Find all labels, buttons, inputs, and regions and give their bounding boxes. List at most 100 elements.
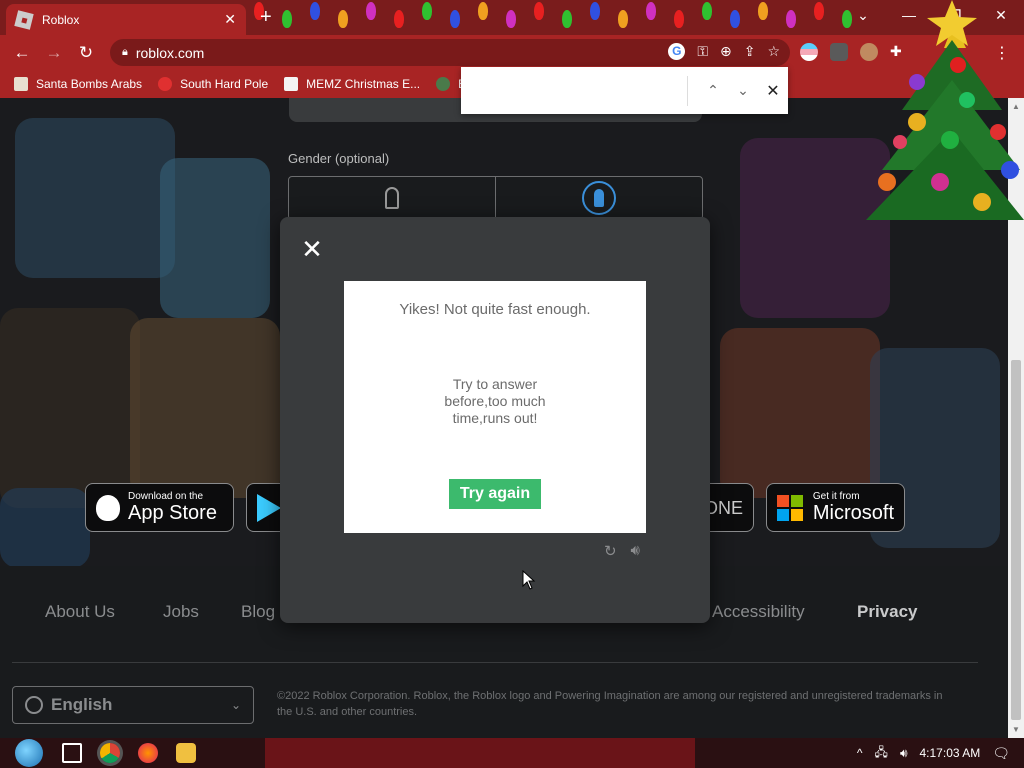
bookmark-favicon-icon	[284, 77, 299, 91]
male-icon	[582, 181, 616, 215]
refresh-icon[interactable]: ↻	[604, 542, 617, 560]
footer-link-accessibility[interactable]: Accessibility	[712, 602, 805, 622]
footer-link-about[interactable]: About Us	[45, 602, 115, 622]
light-bulb-icon	[562, 10, 572, 28]
start-button[interactable]	[10, 738, 48, 768]
volume-icon[interactable]: 🔊︎	[900, 746, 908, 761]
light-bulb-icon	[338, 10, 348, 28]
bookmark-favicon-icon	[14, 77, 28, 91]
audio-icon[interactable]: 🔊︎	[631, 542, 640, 560]
language-value: English	[51, 695, 113, 714]
light-bulb-icon	[814, 2, 824, 20]
extension-s-icon[interactable]	[830, 43, 848, 61]
try-again-button[interactable]: Try again	[448, 479, 542, 509]
gender-label: Gender (optional)	[288, 151, 390, 166]
roblox-signup-page: Gender (optional) Download on the App St…	[0, 98, 1008, 738]
network-icon[interactable]: 🖧︎	[875, 743, 888, 764]
footer-link-privacy[interactable]: Privacy	[857, 602, 918, 622]
new-tab-button[interactable]: +	[260, 7, 272, 27]
app-store-badge[interactable]: Download on the App Store	[85, 483, 234, 532]
light-bulb-icon	[730, 10, 740, 28]
tab-close-icon[interactable]: ✕	[224, 11, 236, 28]
light-bulb-icon	[310, 2, 320, 20]
app-store-small-text: Download on the	[128, 491, 204, 502]
light-bulb-icon	[618, 10, 628, 28]
light-bulb-icon	[702, 2, 712, 20]
app-store-big-text: App Store	[128, 502, 217, 524]
bookmark-item[interactable]: MEMZ Christmas E...	[284, 77, 420, 91]
back-arrow-icon[interactable]: ←	[6, 43, 38, 63]
footer-link-jobs[interactable]: Jobs	[163, 602, 199, 622]
system-tray: ^ 🖧︎ 🔊︎ 4:17:03 AM 🗨︎	[857, 738, 1024, 768]
lock-icon: 🔒︎	[122, 46, 128, 58]
windows-taskbar: ^ 🖧︎ 🔊︎ 4:17:03 AM 🗨︎	[0, 738, 1024, 768]
christmas-tree-decoration	[866, 0, 1024, 220]
light-bulb-icon	[646, 2, 656, 20]
gender-female-button[interactable]	[289, 177, 495, 219]
light-bulb-icon	[422, 2, 432, 20]
captcha-panel: Yikes! Not quite fast enough. Try to ans…	[344, 281, 646, 533]
footer-link-blog[interactable]: Blog	[241, 602, 275, 622]
globe-icon	[25, 696, 43, 714]
bookmark-star-icon[interactable]: ☆	[767, 43, 780, 60]
scrollbar-thumb[interactable]	[1011, 360, 1021, 720]
find-input[interactable]	[471, 75, 677, 106]
microsoft-store-badge[interactable]: Get it from Microsoft	[766, 483, 905, 532]
ms-big-text: Microsoft	[812, 502, 894, 524]
google-translate-icon[interactable]: G	[668, 43, 686, 60]
share-icon[interactable]: ⇪	[744, 43, 756, 60]
task-view-icon[interactable]	[62, 743, 82, 763]
apple-icon	[96, 494, 120, 521]
chrome-taskbar-icon[interactable]	[100, 743, 120, 763]
notifications-icon[interactable]: 🗨︎	[992, 745, 1010, 762]
find-previous-icon[interactable]: ⌃	[698, 82, 728, 99]
clock-time[interactable]: 4:17:03 AM	[920, 746, 981, 760]
forward-arrow-icon[interactable]: →	[38, 43, 70, 63]
light-bulb-icon	[786, 10, 796, 28]
zoom-icon[interactable]: ⊕	[720, 43, 732, 60]
bookmark-favicon-icon	[158, 77, 173, 91]
find-close-icon[interactable]: ✕	[758, 81, 788, 101]
captcha-title: Yikes! Not quite fast enough.	[399, 301, 591, 318]
gender-male-button[interactable]	[495, 177, 702, 219]
show-hidden-icons-chevron-icon[interactable]: ^	[857, 746, 863, 760]
light-bulb-icon	[506, 10, 516, 28]
address-bar[interactable]: 🔒︎ roblox.com G ⚿ ⊕ ⇪ ☆	[110, 39, 790, 66]
roblox-favicon-icon	[14, 9, 34, 30]
language-selector[interactable]: English ⌄	[12, 686, 254, 724]
google-play-icon	[257, 493, 281, 522]
bookmark-item[interactable]: Santa Bombs Arabs	[14, 77, 142, 91]
find-next-icon[interactable]: ⌄	[728, 82, 758, 99]
captcha-modal: ✕ Yikes! Not quite fast enough. Try to a…	[280, 217, 710, 623]
light-bulb-icon	[282, 10, 292, 28]
bookmark-label: MEMZ Christmas E...	[306, 77, 421, 91]
light-bulb-icon	[450, 10, 460, 28]
reload-icon[interactable]: ↻	[70, 43, 102, 63]
firefox-taskbar-icon[interactable]	[138, 743, 158, 763]
mouse-cursor	[522, 570, 536, 590]
chevron-down-icon: ⌄	[230, 698, 241, 712]
close-icon[interactable]: ✕	[300, 236, 324, 262]
light-bulb-icon	[366, 2, 376, 20]
light-bulb-icon	[590, 2, 600, 20]
bookmark-item[interactable]: South Hard Pole	[158, 77, 268, 91]
christmas-lights-decoration	[250, 0, 860, 35]
key-icon[interactable]: ⚿	[697, 43, 708, 60]
microsoft-logo-icon	[777, 494, 803, 521]
female-icon	[385, 187, 399, 209]
tab-title: Roblox	[42, 12, 80, 27]
light-bulb-icon	[534, 2, 544, 20]
bookmark-label: Santa Bombs Arabs	[36, 77, 143, 91]
file-explorer-icon[interactable]	[176, 743, 196, 763]
find-bar: ⌃ ⌄ ✕	[461, 67, 788, 114]
extension-flag-icon[interactable]	[800, 43, 818, 61]
windows-start-icon	[15, 739, 43, 767]
light-bulb-icon	[478, 2, 488, 20]
captcha-message: Try to answer before,too much time,runs …	[444, 376, 546, 426]
bookmark-favicon-icon	[436, 77, 451, 91]
light-bulb-icon	[758, 2, 768, 20]
scroll-down-icon[interactable]: ▼	[1012, 725, 1020, 734]
taskbar-wallpaper-strip	[265, 738, 695, 768]
ms-small-text: Get it from	[812, 491, 860, 502]
tab-roblox[interactable]: Roblox ✕	[6, 4, 246, 35]
